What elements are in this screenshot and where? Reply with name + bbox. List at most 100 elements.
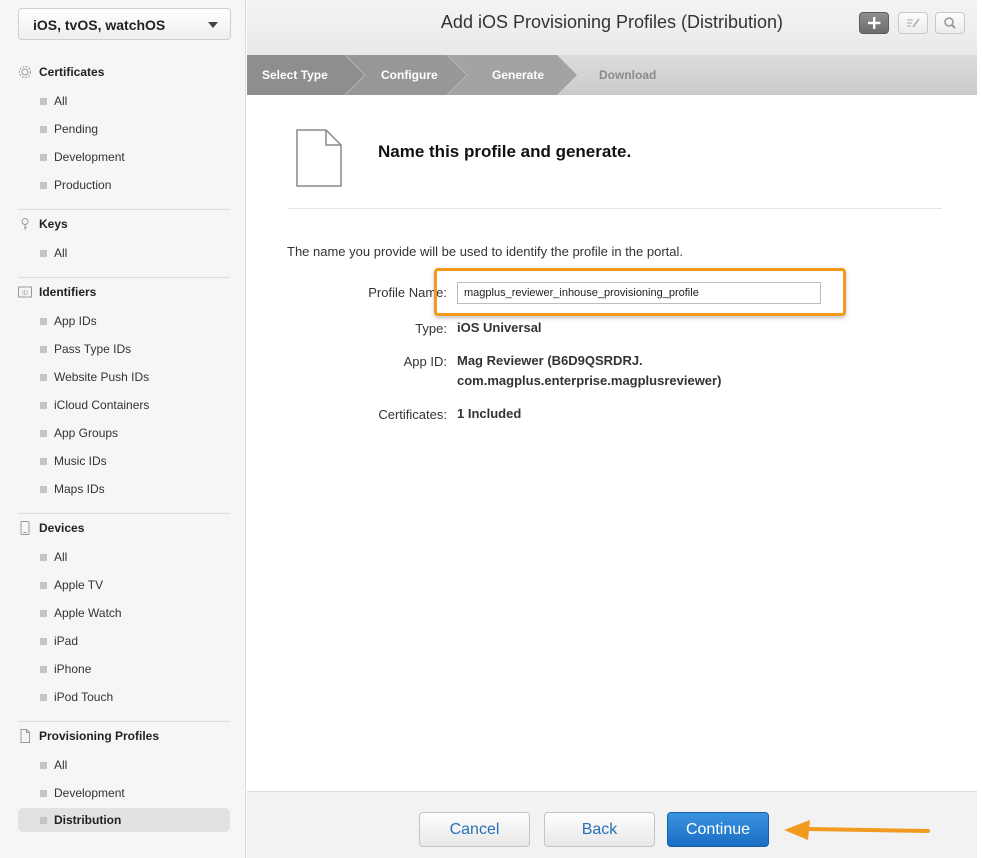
sidebar-item-certificates-all[interactable]: All xyxy=(18,89,230,113)
highlight-annotation xyxy=(434,268,846,316)
bullet-icon xyxy=(40,666,47,673)
sidebar-item-label: App Groups xyxy=(54,426,119,440)
bullet-icon xyxy=(40,250,47,257)
sidebar-section-title: Provisioning Profiles xyxy=(39,729,160,743)
sidebar-item-icloud-containers[interactable]: iCloud Containers xyxy=(18,393,230,417)
bullet-icon xyxy=(40,790,47,797)
bullet-icon xyxy=(40,638,47,645)
sidebar-item-profiles-all[interactable]: All xyxy=(18,753,230,777)
bullet-icon xyxy=(40,554,47,561)
chevron-down-icon xyxy=(208,22,218,28)
add-icon xyxy=(868,17,881,29)
sidebar-item-devices-all[interactable]: All xyxy=(18,545,230,569)
sidebar-item-website-push-ids[interactable]: Website Push IDs xyxy=(18,365,230,389)
bullet-icon xyxy=(40,98,47,105)
certificate-icon xyxy=(19,66,31,78)
sidebar-item-maps-ids[interactable]: Maps IDs xyxy=(18,477,230,501)
step-progress-bar: Select Type Configure Generate Download xyxy=(247,55,977,95)
sidebar-item-ipad[interactable]: iPad xyxy=(18,629,230,653)
sidebar-item-label: All xyxy=(54,758,68,772)
sidebar-item-label: iPad xyxy=(54,634,79,648)
header: Add iOS Provisioning Profiles (Distribut… xyxy=(247,0,977,55)
bullet-icon xyxy=(40,762,47,769)
sidebar-divider xyxy=(18,277,230,278)
bullet-icon xyxy=(40,458,47,465)
sidebar-item-label: iPod Touch xyxy=(54,690,114,704)
platform-select[interactable]: iOS, tvOS, watchOS xyxy=(18,8,231,40)
step-select-type: Select Type xyxy=(262,68,328,82)
cancel-button[interactable]: Cancel xyxy=(419,812,530,847)
edit-button[interactable] xyxy=(898,12,928,34)
sidebar-item-iphone[interactable]: iPhone xyxy=(18,657,230,681)
description-text: The name you provide will be used to ide… xyxy=(287,244,684,259)
id-icon: ID xyxy=(18,286,32,298)
sidebar-item-app-groups[interactable]: App Groups xyxy=(18,421,230,445)
sidebar-item-label: All xyxy=(54,94,68,108)
sidebar-item-certificates-pending[interactable]: Pending xyxy=(18,117,230,141)
sidebar-item-profiles-development[interactable]: Development xyxy=(18,781,230,805)
sidebar-item-pass-type-ids[interactable]: Pass Type IDs xyxy=(18,337,230,361)
edit-icon xyxy=(907,18,920,28)
search-button[interactable] xyxy=(935,12,965,34)
sidebar-divider xyxy=(18,513,230,514)
sidebar-section-title: Devices xyxy=(39,521,85,535)
sidebar-item-label: Music IDs xyxy=(54,454,107,468)
app-id-value-line2: com.magplus.enterprise.magplusreviewer) xyxy=(457,373,722,388)
sidebar-item-label: Production xyxy=(54,178,112,192)
sidebar-section-title: Certificates xyxy=(39,65,105,79)
bullet-icon xyxy=(40,318,47,325)
type-label: Type: xyxy=(415,321,447,336)
bullet-icon xyxy=(40,126,47,133)
bullet-icon xyxy=(40,817,47,824)
device-icon xyxy=(20,521,30,535)
sidebar-item-apple-tv[interactable]: Apple TV xyxy=(18,573,230,597)
arrow-annotation-icon xyxy=(784,820,930,840)
sidebar-item-label: Pass Type IDs xyxy=(54,342,132,356)
type-value: iOS Universal xyxy=(457,320,542,335)
sidebar-item-label: Apple Watch xyxy=(54,606,122,620)
sidebar-item-label: Development xyxy=(54,150,125,164)
search-icon xyxy=(944,17,956,29)
document-icon xyxy=(20,729,30,743)
bullet-icon xyxy=(40,346,47,353)
sidebar-item-keys-all[interactable]: All xyxy=(18,241,230,265)
section-heading: Name this profile and generate. xyxy=(378,142,632,161)
step-download: Download xyxy=(599,68,657,82)
document-icon xyxy=(296,129,342,187)
continue-button[interactable]: Continue xyxy=(667,812,769,847)
sidebar-section-title: Identifiers xyxy=(39,285,97,299)
sidebar-item-certificates-development[interactable]: Development xyxy=(18,145,230,169)
platform-select-value: iOS, tvOS, watchOS xyxy=(33,17,166,33)
sidebar-item-label: iPhone xyxy=(54,662,92,676)
bullet-icon xyxy=(40,486,47,493)
sidebar-item-label: Maps IDs xyxy=(54,482,105,496)
bullet-icon xyxy=(40,402,47,409)
step-generate: Generate xyxy=(492,68,545,82)
bullet-icon xyxy=(40,154,47,161)
app-id-value-line1: Mag Reviewer (B6D9QSRDRJ. xyxy=(457,353,643,368)
sidebar-item-label: Distribution xyxy=(54,813,122,827)
bullet-icon xyxy=(40,694,47,701)
sidebar-item-label: Apple TV xyxy=(54,578,104,592)
bullet-icon xyxy=(40,430,47,437)
sidebar-divider xyxy=(18,209,230,210)
bullet-icon xyxy=(40,610,47,617)
sidebar-item-profiles-distribution[interactable]: Distribution xyxy=(18,808,230,832)
sidebar-item-label: All xyxy=(54,550,68,564)
back-button[interactable]: Back xyxy=(544,812,655,847)
bullet-icon xyxy=(40,182,47,189)
sidebar-item-label: App IDs xyxy=(54,314,97,328)
svg-text:ID: ID xyxy=(22,291,29,297)
sidebar-item-label: All xyxy=(54,246,68,260)
sidebar-item-app-ids[interactable]: App IDs xyxy=(18,309,230,333)
certificates-label: Certificates: xyxy=(378,407,447,422)
sidebar-item-label: Pending xyxy=(54,122,99,136)
step-configure: Configure xyxy=(381,68,438,82)
add-button[interactable] xyxy=(859,12,889,34)
key-icon xyxy=(21,218,29,230)
sidebar-item-ipod-touch[interactable]: iPod Touch xyxy=(18,685,230,709)
sidebar-item-certificates-production[interactable]: Production xyxy=(18,173,230,197)
sidebar-item-apple-watch[interactable]: Apple Watch xyxy=(18,601,230,625)
sidebar-section-title: Keys xyxy=(39,217,68,231)
sidebar-item-music-ids[interactable]: Music IDs xyxy=(18,449,230,473)
